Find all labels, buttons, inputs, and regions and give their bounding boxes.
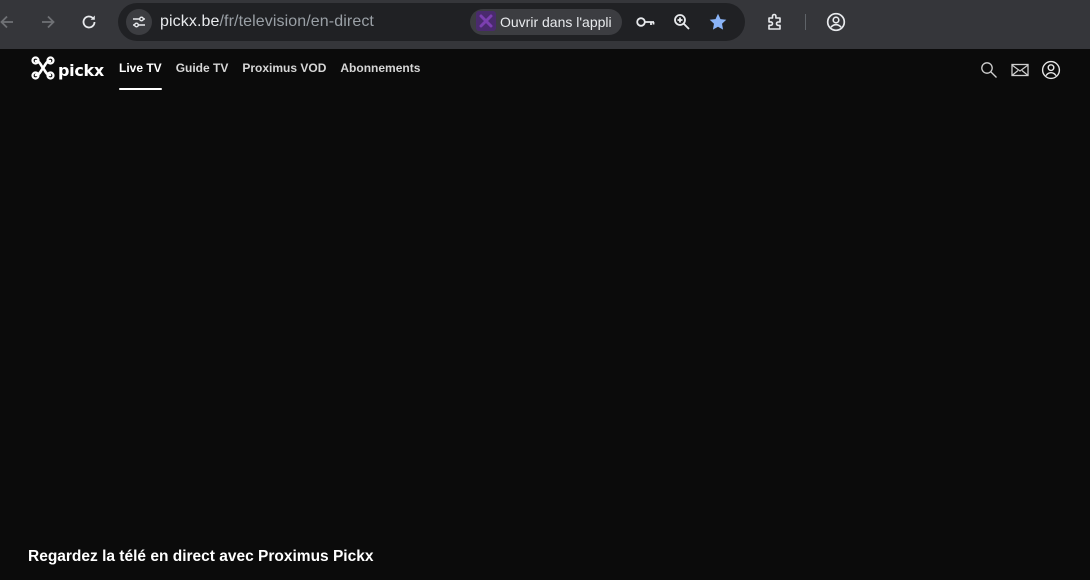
mail-icon[interactable] [1010, 60, 1030, 80]
search-icon[interactable] [979, 60, 999, 80]
site-header: pickx Live TV Guide TV Proximus VOD Abon… [0, 49, 1090, 92]
back-icon[interactable] [0, 11, 18, 33]
account-icon[interactable] [1041, 60, 1061, 80]
url-path: /fr/television/en-direct [219, 13, 374, 30]
forward-icon[interactable] [37, 11, 59, 33]
browser-toolbar: pickx.be/fr/television/en-direct Ouvrir … [0, 0, 1090, 49]
nav-abonnements[interactable]: Abonnements [340, 49, 420, 92]
page-title: Regardez la télé en direct avec Proximus… [28, 548, 374, 565]
reload-icon[interactable] [78, 11, 100, 33]
key-icon[interactable] [636, 12, 656, 32]
pickx-logo[interactable]: pickx [30, 55, 104, 86]
open-in-app-label: Ouvrir dans l'appli [500, 14, 612, 30]
url-text[interactable]: pickx.be/fr/television/en-direct [160, 13, 374, 31]
hero-section: Regardez la télé en direct avec Proximus… [0, 92, 1090, 580]
toolbar-separator [805, 14, 806, 30]
site-info-icon[interactable] [126, 9, 152, 35]
url-host: pickx.be [160, 13, 220, 30]
nav-live-tv[interactable]: Live TV [119, 49, 162, 92]
address-bar[interactable]: pickx.be/fr/television/en-direct Ouvrir … [118, 3, 745, 41]
main-navigation: Live TV Guide TV Proximus VOD Abonnement… [119, 49, 420, 92]
open-in-app-button[interactable]: Ouvrir dans l'appli [470, 9, 622, 35]
zoom-icon[interactable] [672, 12, 692, 32]
bookmark-star-icon[interactable] [708, 12, 728, 32]
pickx-logo-text: pickx [58, 61, 104, 80]
pickx-logo-icon [30, 55, 56, 86]
pickx-app-icon [476, 10, 496, 34]
nav-guide-tv[interactable]: Guide TV [176, 49, 229, 92]
profile-icon[interactable] [825, 11, 847, 33]
extensions-icon[interactable] [764, 11, 786, 33]
nav-proximus-vod[interactable]: Proximus VOD [242, 49, 326, 92]
